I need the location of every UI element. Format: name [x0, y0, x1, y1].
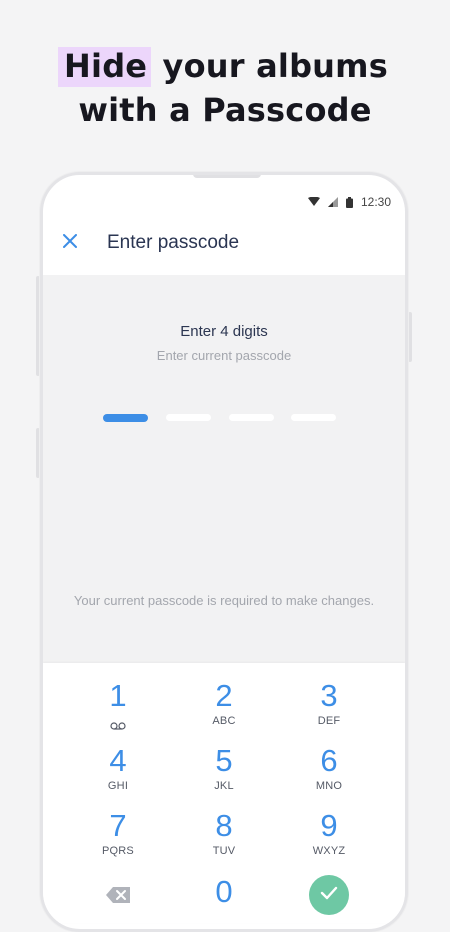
key-digit: 7 — [109, 808, 127, 843]
passcode-dot — [229, 414, 274, 421]
passcode-indicator — [103, 414, 343, 428]
key-5[interactable]: 5 JKL — [184, 742, 264, 802]
key-digit: 6 — [320, 743, 338, 778]
key-letters: MNO — [315, 780, 343, 792]
key-digit: 0 — [215, 874, 233, 909]
passcode-dot — [166, 414, 211, 421]
key-6[interactable]: 6 MNO — [289, 742, 369, 802]
close-icon — [63, 233, 77, 253]
key-digit: 9 — [320, 808, 338, 843]
promo-headline: Hide your albums with a Passcode — [0, 44, 450, 132]
notice-text: Your current passcode is required to mak… — [73, 593, 375, 608]
key-digit: 4 — [109, 743, 127, 778]
headline-line-1: Hide your albums — [0, 44, 450, 88]
prompt-subtitle: Enter current passcode — [156, 348, 292, 363]
prompt-title: Enter 4 digits — [180, 323, 268, 340]
checkmark-icon — [320, 886, 338, 905]
key-letters: TUV — [212, 845, 236, 857]
status-bar: 12:30 — [43, 175, 405, 215]
signal-icon — [327, 197, 338, 207]
key-letters: DEF — [317, 715, 341, 727]
key-letters: WXYZ — [312, 845, 346, 857]
headline-line-2: with a Passcode — [78, 91, 372, 129]
key-digit: 5 — [215, 743, 233, 778]
voicemail-icon — [78, 717, 158, 735]
key-letters: JKL — [214, 780, 234, 792]
app-bar: Enter passcode — [43, 215, 405, 271]
battery-icon — [345, 196, 353, 208]
backspace-button[interactable] — [78, 873, 158, 929]
key-letters: ABC — [212, 715, 236, 727]
key-digit: 8 — [215, 808, 233, 843]
key-0[interactable]: 0 — [184, 873, 264, 929]
numeric-keypad: 1 2 ABC 3 DEF 4 GHI 5 JKL 6 MNO 7 PQRS 8… — [43, 663, 405, 923]
key-digit: 3 — [320, 678, 338, 713]
key-7[interactable]: 7 PQRS — [78, 807, 158, 867]
key-4[interactable]: 4 GHI — [78, 742, 158, 802]
key-digit: 1 — [109, 678, 127, 713]
key-8[interactable]: 8 TUV — [184, 807, 264, 867]
passcode-dot-active — [103, 414, 148, 422]
passcode-panel: Enter 4 digits Enter current passcode Yo… — [43, 275, 405, 663]
key-9[interactable]: 9 WXYZ — [289, 807, 369, 867]
phone-frame: 12:30 Enter passcode Enter 4 digits Ente… — [40, 172, 408, 932]
close-button[interactable] — [57, 230, 83, 256]
key-letters: PQRS — [102, 845, 134, 857]
backspace-icon — [78, 873, 158, 903]
page-title: Enter passcode — [107, 232, 240, 253]
key-1[interactable]: 1 — [78, 677, 158, 737]
headline-line-1-rest: your albums — [151, 47, 388, 85]
key-digit: 2 — [215, 678, 233, 713]
passcode-dot — [291, 414, 336, 421]
key-2[interactable]: 2 ABC — [184, 677, 264, 737]
key-letters: GHI — [107, 780, 129, 792]
confirm-button[interactable] — [309, 875, 349, 915]
phone-side-button — [408, 312, 412, 362]
headline-highlight: Hide — [58, 47, 152, 87]
status-time: 12:30 — [360, 195, 391, 209]
wifi-icon — [307, 197, 320, 207]
key-3[interactable]: 3 DEF — [289, 677, 369, 737]
